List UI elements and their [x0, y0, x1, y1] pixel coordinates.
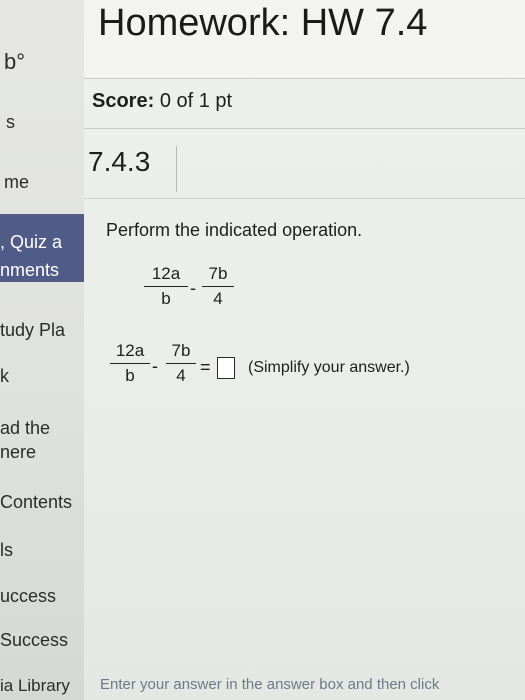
- fraction-bar: [166, 363, 196, 364]
- question-instruction: Perform the indicated operation.: [106, 220, 363, 240]
- fraction-bar: [144, 286, 188, 287]
- sidebar: b° s me , Quiz a nments tudy Pla k ad th…: [0, 0, 84, 700]
- answer-fraction-2-numerator: 7b: [171, 341, 191, 360]
- fraction-2-numerator: 7b: [208, 264, 228, 283]
- page-header: Homework: HW 7.4: [84, 0, 525, 79]
- equals-sign: =: [200, 357, 211, 377]
- fraction-1-numerator: 12a: [151, 264, 181, 283]
- answer-fraction-1: 12a b: [110, 341, 150, 386]
- answer-fraction-1-denominator: b: [125, 366, 135, 385]
- fraction-2: 7b 4: [202, 264, 234, 309]
- answer-input[interactable]: [217, 357, 235, 379]
- sidebar-item-success-2[interactable]: Success: [0, 626, 84, 654]
- divider: [84, 128, 525, 129]
- page-title: Homework: HW 7.4: [98, 2, 428, 44]
- sidebar-item-home[interactable]: me: [4, 168, 88, 196]
- divider: [84, 198, 525, 199]
- sidebar-item-success[interactable]: uccess: [0, 582, 84, 610]
- sidebar-item-assignments[interactable]: nments: [0, 256, 84, 284]
- score-display: Score: 0 of 1 pt: [92, 90, 232, 113]
- question-number: 7.4.3: [88, 146, 151, 177]
- question-number-separator: [176, 146, 177, 192]
- fraction-bar: [202, 286, 234, 287]
- fraction-1-denominator: b: [161, 289, 171, 308]
- sidebar-item-k[interactable]: k: [0, 362, 84, 390]
- sidebar-item-media-library[interactable]: ia Library: [0, 672, 84, 700]
- sidebar-item-logo[interactable]: b°: [4, 48, 88, 76]
- score-label: Score:: [92, 90, 155, 112]
- fraction-1: 12a b: [144, 264, 188, 309]
- fraction-bar: [110, 363, 150, 364]
- answer-operator-minus: -: [152, 356, 158, 376]
- sidebar-item-tools[interactable]: ls: [0, 536, 84, 564]
- main-panel: Homework: HW 7.4 Score: 0 of 1 pt 7.4.3 …: [84, 0, 525, 700]
- answer-fraction-1-numerator: 12a: [115, 341, 145, 360]
- sidebar-item-here[interactable]: nere: [0, 438, 84, 466]
- answer-fraction-2-denominator: 4: [176, 366, 186, 385]
- sidebar-item-s[interactable]: s: [6, 108, 90, 136]
- operator-minus: -: [190, 278, 196, 298]
- sidebar-item-quiz[interactable]: , Quiz a: [0, 228, 84, 256]
- fraction-2-denominator: 4: [213, 289, 223, 308]
- sidebar-item-study-plan[interactable]: tudy Pla: [0, 316, 84, 344]
- sidebar-item-contents[interactable]: Contents: [0, 488, 84, 516]
- footer-hint: Enter your answer in the answer box and …: [100, 676, 440, 693]
- answer-fraction-2: 7b 4: [166, 341, 196, 386]
- simplify-hint: (Simplify your answer.): [248, 359, 410, 376]
- score-value: 0 of 1 pt: [159, 90, 233, 112]
